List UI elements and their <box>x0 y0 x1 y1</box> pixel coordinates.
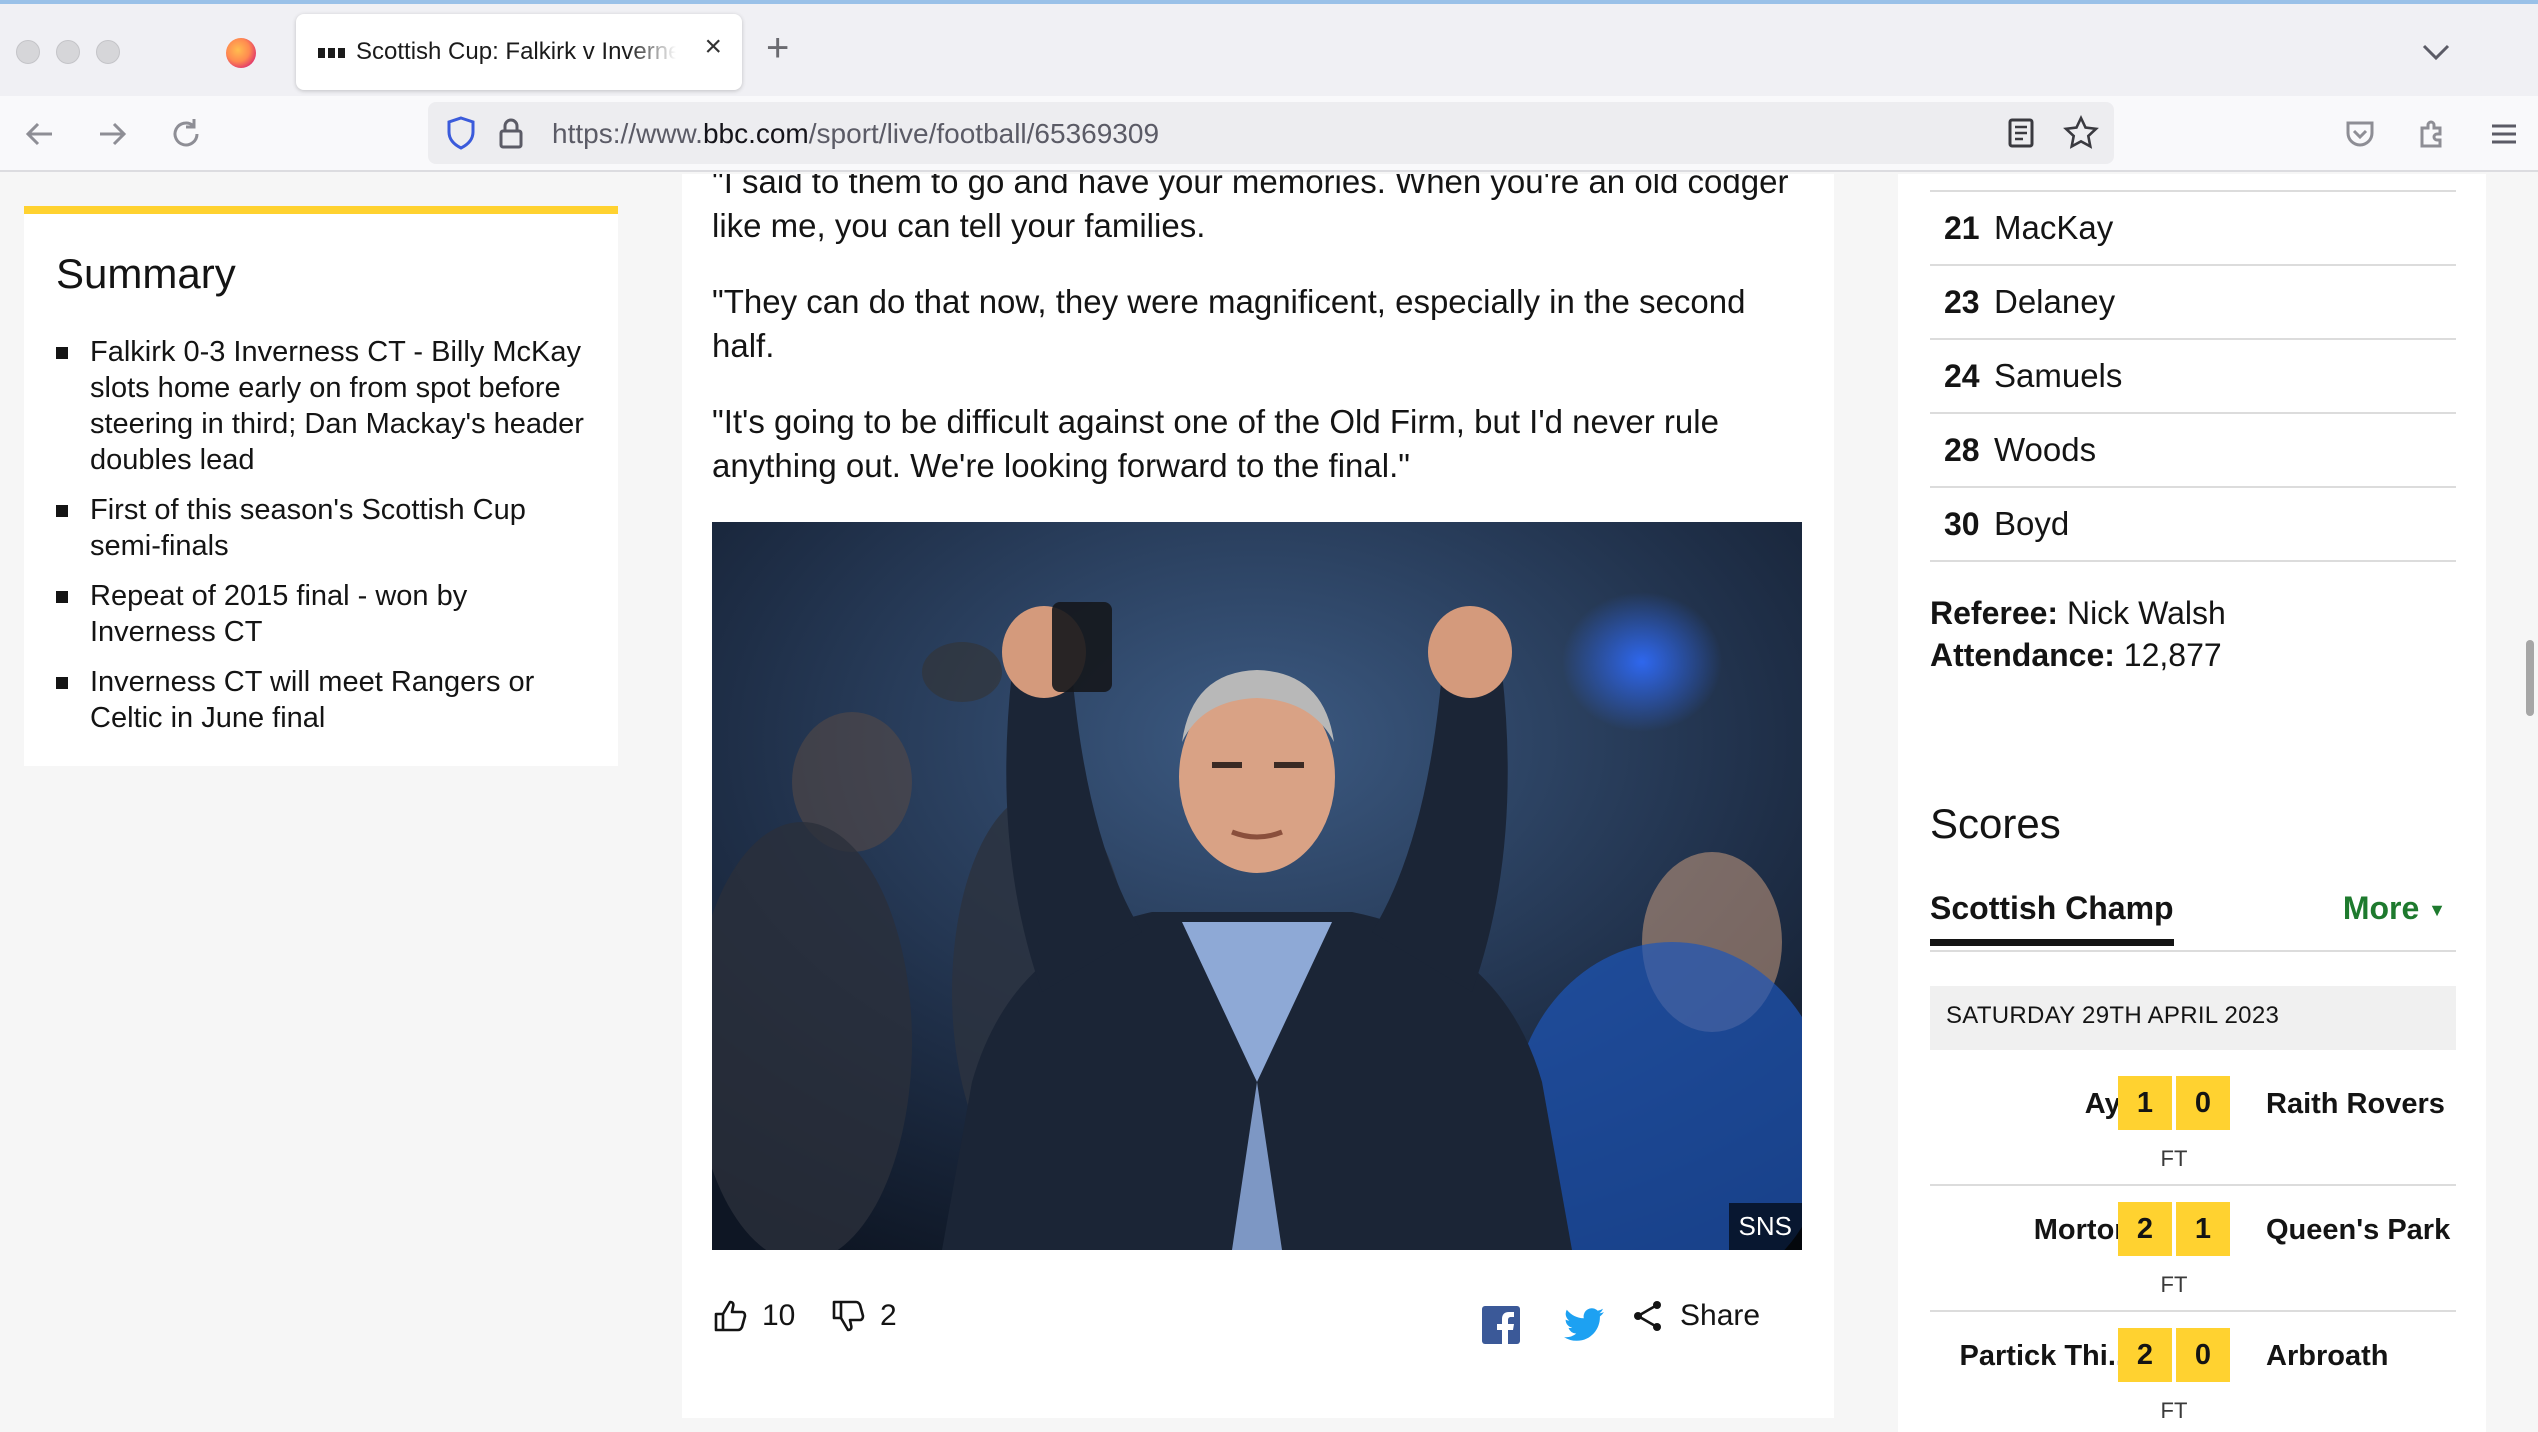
bookmark-star-icon[interactable] <box>2062 114 2100 152</box>
photo-illustration <box>712 522 1802 1250</box>
away-score: 1 <box>2176 1202 2230 1256</box>
browser-nav-bar: https://www.bbc.com/sport/live/football/… <box>0 96 2538 172</box>
home-score: 2 <box>2118 1202 2172 1256</box>
player-name: MacKay <box>1994 209 2114 246</box>
fixtures-date: SATURDAY 29TH APRIL 2023 <box>1930 986 2456 1050</box>
twitter-share-icon[interactable] <box>1564 1308 1604 1342</box>
player-number: 23 <box>1944 283 1980 320</box>
caret-down-icon: ▼ <box>2428 900 2446 921</box>
player-name: Samuels <box>1994 357 2123 394</box>
lock-icon[interactable] <box>492 114 530 152</box>
more-dropdown[interactable]: More ▼ <box>2343 890 2446 927</box>
referee-label: Referee: <box>1930 595 2059 631</box>
share-button[interactable]: Share <box>1630 1298 1760 1334</box>
window-close-button[interactable] <box>16 40 40 64</box>
player-name: Woods <box>1994 431 2097 468</box>
player-number: 28 <box>1944 431 1980 468</box>
page-content: Summary Falkirk 0-3 Inverness CT - Billy… <box>0 174 2538 1432</box>
away-team: Raith Rovers <box>2266 1088 2445 1120</box>
match-status: FT <box>2160 1146 2188 1171</box>
summary-item: Falkirk 0-3 Inverness CT - Billy McKay s… <box>56 334 596 478</box>
match-status: FT <box>2160 1398 2188 1423</box>
new-tab-button[interactable]: + <box>766 28 789 68</box>
thumbs-up-icon <box>714 1300 747 1332</box>
tab-title: Scottish Cup: Falkirk v Inverness CT <box>356 38 676 65</box>
summary-item: Inverness CT will meet Rangers or Celtic… <box>56 664 596 736</box>
home-team: Partick Thi... <box>1959 1340 2132 1372</box>
away-score: 0 <box>2176 1076 2230 1130</box>
post-reactions-bar: 10 2 Share <box>712 1298 1802 1354</box>
address-bar[interactable]: https://www.bbc.com/sport/live/football/… <box>428 102 2114 164</box>
match-sidebar: 21 MacKay 23 Delaney 24 Samuels 28 Woods… <box>1898 174 2486 1432</box>
page-scrollbar-thumb[interactable] <box>2526 640 2534 716</box>
player-number: 30 <box>1944 505 1980 542</box>
shield-icon[interactable] <box>442 114 480 152</box>
away-team: Queen's Park <box>2266 1214 2451 1246</box>
quote-paragraph: "I said to them to go and have your memo… <box>712 174 1789 244</box>
thumbs-down-icon <box>832 1300 865 1332</box>
home-score: 1 <box>2118 1076 2172 1130</box>
window-minimize-button[interactable] <box>56 40 80 64</box>
firefox-view-icon[interactable] <box>226 38 256 68</box>
player-name: Delaney <box>1994 283 2116 320</box>
browser-tab-active[interactable]: Scottish Cup: Falkirk v Inverness CT × <box>296 14 742 90</box>
home-score: 2 <box>2118 1328 2172 1382</box>
bbc-favicon-icon <box>318 48 345 58</box>
share-icon <box>1634 1301 1661 1331</box>
attendance-value: 12,877 <box>2123 637 2222 673</box>
scores-heading: Scores <box>1930 800 2061 847</box>
match-row[interactable]: Partick Thi... 2 0 Arbroath FT <box>1930 1312 2456 1432</box>
summary-item: First of this season's Scottish Cup semi… <box>56 492 596 564</box>
match-status: FT <box>2160 1272 2188 1297</box>
more-label: More <box>2342 890 2420 926</box>
window-zoom-button[interactable] <box>96 40 120 64</box>
live-post: "I said to them to go and have your memo… <box>682 174 1834 1418</box>
dislike-count: 2 <box>880 1299 897 1332</box>
player-name: Boyd <box>1994 505 2070 542</box>
match-officials: Referee: Nick Walsh Attendance: 12,877 <box>1930 592 2226 676</box>
like-count: 10 <box>762 1299 796 1332</box>
forward-arrow-icon[interactable] <box>92 114 132 154</box>
tab-scottish-champ[interactable]: Scottish Champ <box>1930 890 2174 946</box>
quote-paragraph: "It's going to be difficult against one … <box>712 403 1719 484</box>
back-arrow-icon[interactable] <box>20 114 60 154</box>
summary-list: Falkirk 0-3 Inverness CT - Billy McKay s… <box>56 334 596 750</box>
reader-view-icon[interactable] <box>2002 114 2040 152</box>
manager-celebration-photo: SNS <box>712 522 1802 1250</box>
squad-row: 28 Woods <box>1930 414 2456 488</box>
menu-hamburger-icon[interactable] <box>2484 114 2524 154</box>
extensions-icon[interactable] <box>2412 114 2452 154</box>
referee-name: Nick Walsh <box>2066 595 2226 631</box>
dislike-button[interactable]: 2 <box>830 1298 897 1334</box>
player-number: 21 <box>1944 209 1980 246</box>
reload-icon[interactable] <box>166 114 206 154</box>
attendance-label: Attendance: <box>1930 637 2115 673</box>
list-all-tabs-icon[interactable] <box>2416 32 2456 72</box>
scores-tabs: Scottish Champ More ▼ <box>1930 890 2456 952</box>
browser-tab-bar: Scottish Cup: Falkirk v Inverness CT × + <box>0 0 2538 96</box>
like-button[interactable]: 10 <box>712 1298 795 1334</box>
url-text[interactable]: https://www.bbc.com/sport/live/football/… <box>552 118 1159 150</box>
facebook-share-icon[interactable] <box>1482 1306 1520 1344</box>
away-score: 0 <box>2176 1328 2230 1382</box>
summary-card: Summary Falkirk 0-3 Inverness CT - Billy… <box>24 206 618 766</box>
match-row[interactable]: Morton 2 1 Queen's Park FT <box>1930 1186 2456 1312</box>
image-credit: SNS <box>1728 1203 1802 1250</box>
pocket-icon[interactable] <box>2340 114 2380 154</box>
squad-row: 23 Delaney <box>1930 266 2456 340</box>
share-label: Share <box>1680 1299 1761 1332</box>
player-number: 24 <box>1944 357 1980 394</box>
tab-close-icon[interactable]: × <box>704 32 722 62</box>
squad-row: 24 Samuels <box>1930 340 2456 414</box>
away-team: Arbroath <box>2266 1340 2389 1372</box>
quote-paragraph: "They can do that now, they were magnifi… <box>712 283 1746 364</box>
match-row[interactable]: Ayr 1 0 Raith Rovers FT <box>1930 1060 2456 1186</box>
summary-heading: Summary <box>56 250 236 297</box>
squad-row: 30 Boyd <box>1930 488 2456 562</box>
squad-row: 21 MacKay <box>1930 192 2456 266</box>
summary-item: Repeat of 2015 final - won by Inverness … <box>56 578 596 650</box>
